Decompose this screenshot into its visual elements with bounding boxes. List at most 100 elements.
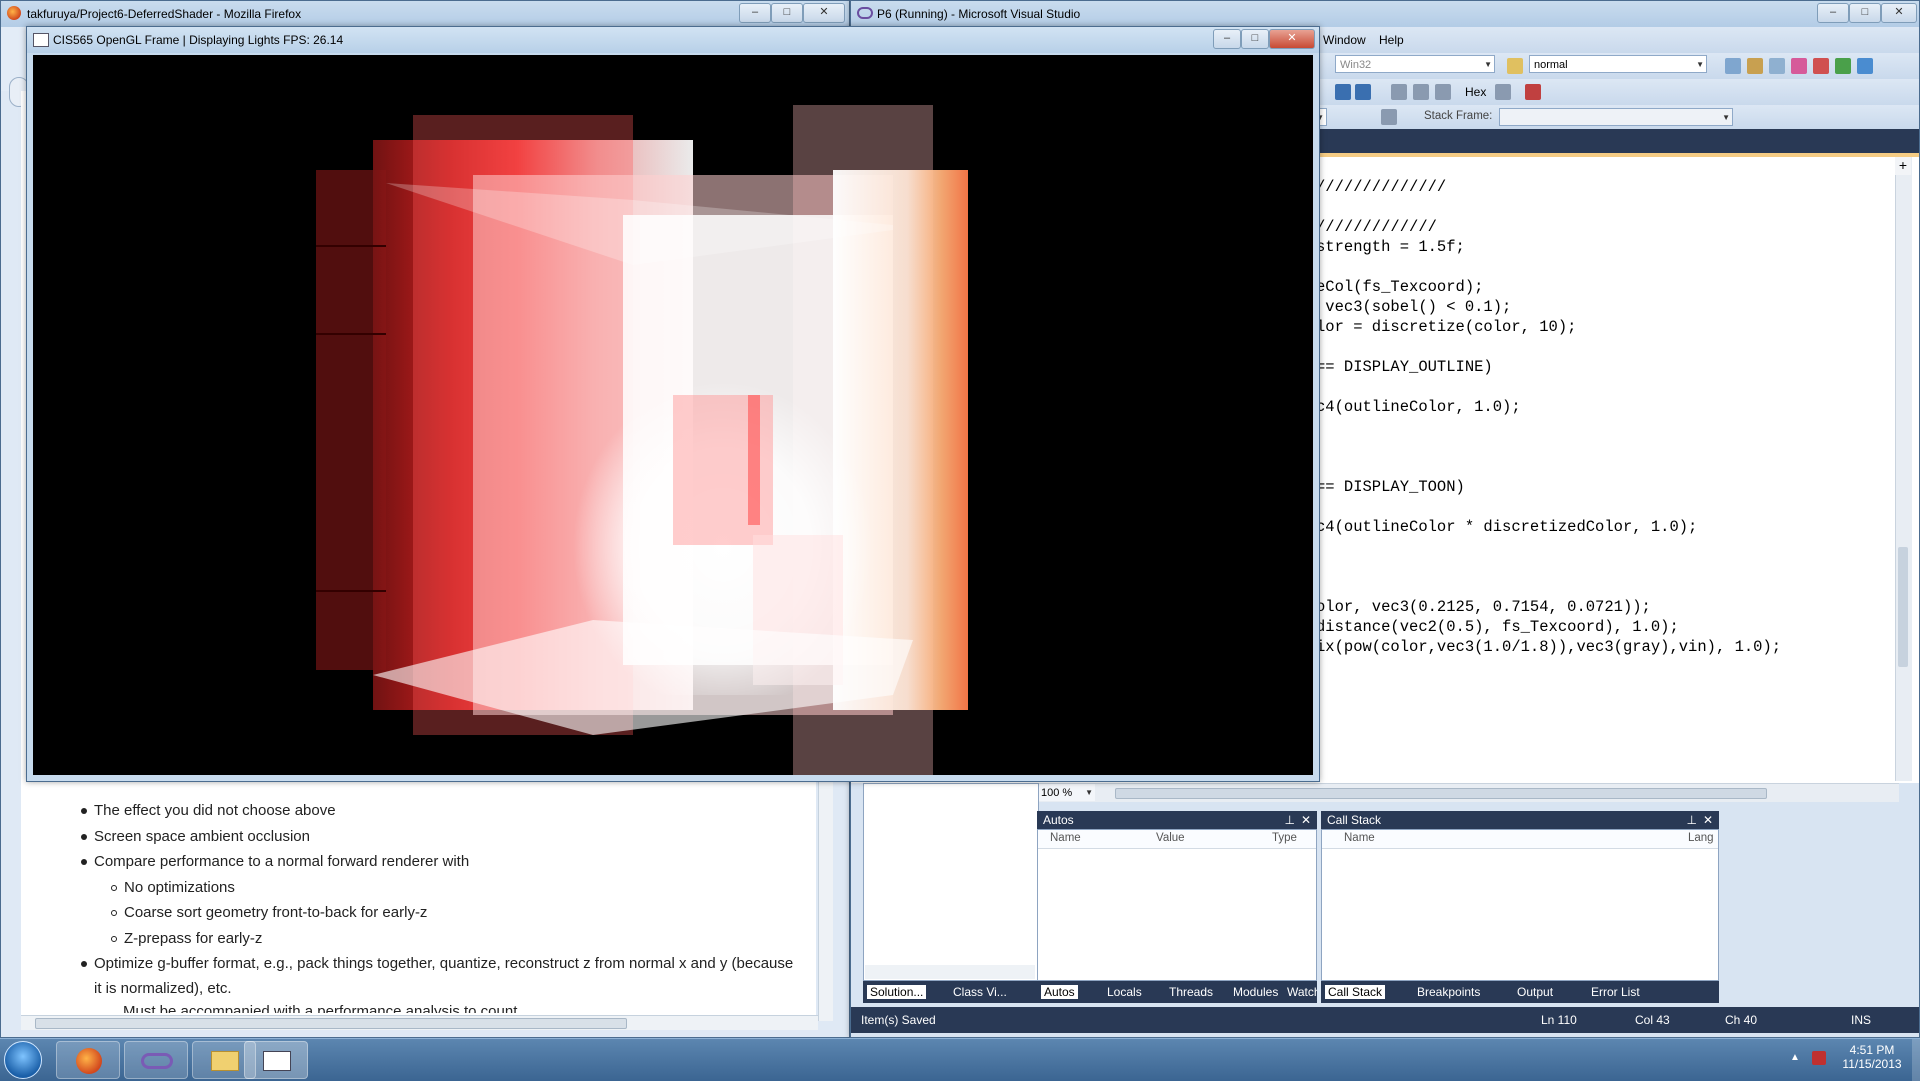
code-line: ix(pow(color,vec3(1.0/1.8)),vec3(gray),v…: [1316, 638, 1782, 656]
tab-output[interactable]: Output: [1517, 985, 1553, 999]
exception-icon[interactable]: [1525, 84, 1541, 100]
firefox-window-title: takfuruya/Project6-DeferredShader - Mozi…: [27, 7, 302, 21]
step-into-icon[interactable]: [1391, 84, 1407, 100]
minimize-button[interactable]: –: [1817, 3, 1849, 23]
close-button[interactable]: ✕: [1881, 3, 1917, 23]
bullet-icon: [81, 808, 87, 814]
visual-studio-icon: [857, 7, 873, 19]
windows-orb-icon[interactable]: [4, 1041, 42, 1079]
volume-muted-icon[interactable]: [1812, 1051, 1826, 1065]
maximize-button[interactable]: □: [1241, 29, 1269, 49]
taskbar-firefox[interactable]: [56, 1041, 120, 1079]
tab-breakpoints[interactable]: Breakpoints: [1417, 985, 1480, 999]
pin-icon[interactable]: ⊥: [1285, 811, 1295, 829]
folder-icon: [211, 1051, 239, 1071]
show-desktop-button[interactable]: [1912, 1039, 1920, 1081]
stack-frame-combo[interactable]: ▼: [1499, 108, 1733, 126]
column-header[interactable]: Type: [1272, 832, 1297, 844]
properties-icon[interactable]: [1747, 58, 1763, 74]
show-hidden-icons-icon[interactable]: ▲: [1790, 1052, 1800, 1063]
minimize-button[interactable]: –: [739, 3, 771, 23]
editor-vertical-scrollbar[interactable]: [1895, 157, 1912, 781]
minimize-button[interactable]: –: [1213, 29, 1241, 49]
split-icon[interactable]: +: [1895, 157, 1911, 175]
step-out-icon[interactable]: [1435, 84, 1451, 100]
sub-bullet-icon: [111, 885, 117, 891]
tab-error-list[interactable]: Error List: [1591, 985, 1640, 999]
status-line: Ln 110: [1541, 1013, 1577, 1027]
tab-autos[interactable]: Autos: [1041, 985, 1078, 999]
hex-button[interactable]: Hex: [1465, 85, 1486, 99]
restart-icon[interactable]: [1355, 84, 1371, 100]
clock[interactable]: 4:51 PM 11/15/2013: [1832, 1043, 1912, 1071]
find-icon[interactable]: [1507, 58, 1523, 74]
maximize-button[interactable]: □: [771, 3, 803, 23]
scrollbar-thumb[interactable]: [35, 1018, 627, 1029]
autos-tabs: Autos Locals Threads Modules Watch 1: [1037, 981, 1317, 1003]
autos-panel-header: Autos ⊥ ✕: [1037, 811, 1317, 829]
tab-solution-explorer[interactable]: Solution...: [867, 985, 927, 999]
stop-icon[interactable]: [1335, 84, 1351, 100]
column-header[interactable]: Value: [1156, 832, 1185, 844]
zoom-combo[interactable]: 100 % ▼: [1037, 784, 1095, 801]
close-icon[interactable]: ✕: [1703, 811, 1713, 829]
code-line: olor, vec3(0.2125, 0.7154, 0.0721));: [1316, 598, 1651, 616]
tab-call-stack[interactable]: Call Stack: [1325, 985, 1386, 999]
code-line: vec3(sobel() < 0.1);: [1316, 298, 1512, 316]
menu-window[interactable]: Window: [1323, 33, 1366, 47]
firefox-title-bar[interactable]: takfuruya/Project6-DeferredShader - Mozi…: [1, 1, 849, 27]
firefox-icon: [76, 1048, 102, 1074]
autos-columns: Name Value Type: [1038, 830, 1316, 849]
list-item: Screen space ambient occlusion: [94, 828, 310, 845]
gl-window-title: CIS565 OpenGL Frame | Displaying Lights …: [53, 33, 344, 47]
column-header[interactable]: Name: [1344, 832, 1375, 844]
toolbox-icon[interactable]: [1791, 58, 1807, 74]
visual-studio-icon: [141, 1053, 173, 1069]
pin-icon[interactable]: ⊥: [1687, 811, 1697, 829]
tools-icon[interactable]: [1813, 58, 1829, 74]
sub-bullet-icon: [111, 910, 117, 916]
taskbar-opengl-app[interactable]: [244, 1041, 308, 1079]
callstack-tabs: Call Stack Breakpoints Output Error List: [1321, 981, 1719, 1003]
scrollbar-thumb[interactable]: [1898, 547, 1908, 667]
tab-locals[interactable]: Locals: [1107, 985, 1142, 999]
step-over-icon[interactable]: [1413, 84, 1429, 100]
platform-combo[interactable]: Win32 ▼: [1335, 55, 1495, 73]
scrollbar-thumb[interactable]: [1115, 788, 1767, 799]
opengl-app-icon: [33, 33, 49, 47]
extension-icon[interactable]: [1835, 58, 1851, 74]
bullet-icon: [81, 834, 87, 840]
tab-threads[interactable]: Threads: [1169, 985, 1213, 999]
callstack-columns: Name Lang: [1322, 830, 1718, 849]
close-button[interactable]: ✕: [803, 3, 845, 23]
tab-modules[interactable]: Modules: [1233, 985, 1278, 999]
panel-horizontal-scrollbar[interactable]: [865, 965, 1035, 979]
options-icon[interactable]: [1857, 58, 1873, 74]
flag-icon[interactable]: [1381, 109, 1397, 125]
breakpoint-icon[interactable]: [1495, 84, 1511, 100]
maximize-button[interactable]: □: [1849, 3, 1881, 23]
column-header[interactable]: Name: [1050, 832, 1081, 844]
tab-class-view[interactable]: Class Vi...: [953, 985, 1007, 999]
render-canvas[interactable]: [33, 55, 1313, 775]
close-icon[interactable]: ✕: [1301, 811, 1311, 829]
callstack-title: Call Stack: [1327, 813, 1382, 827]
gl-title-bar[interactable]: CIS565 OpenGL Frame | Displaying Lights …: [27, 27, 1319, 53]
vs-title-bar[interactable]: P6 (Running) - Microsoft Visual Studio –…: [851, 1, 1919, 27]
menu-help[interactable]: Help: [1379, 33, 1404, 47]
vs-window-title: P6 (Running) - Microsoft Visual Studio: [877, 7, 1081, 21]
tab-watch-1[interactable]: Watch 1: [1287, 985, 1317, 999]
close-button[interactable]: ✕: [1269, 29, 1315, 49]
horizontal-scrollbar[interactable]: [21, 1015, 818, 1030]
code-line: c4(outlineColor * discretizedColor, 1.0)…: [1316, 518, 1698, 536]
taskbar-visual-studio[interactable]: [124, 1041, 188, 1079]
vertical-scrollbar[interactable]: [818, 781, 833, 1021]
object-browser-icon[interactable]: [1769, 58, 1785, 74]
chevron-down-icon: ▼: [1696, 60, 1704, 69]
code-line: == DISPLAY_OUTLINE): [1316, 358, 1493, 376]
solution-explorer-icon[interactable]: [1725, 58, 1741, 74]
column-header[interactable]: Lang: [1688, 832, 1714, 844]
chevron-down-icon: ▼: [1085, 788, 1093, 797]
find-combo[interactable]: normal ▼: [1529, 55, 1707, 73]
code-line: == DISPLAY_TOON): [1316, 478, 1465, 496]
